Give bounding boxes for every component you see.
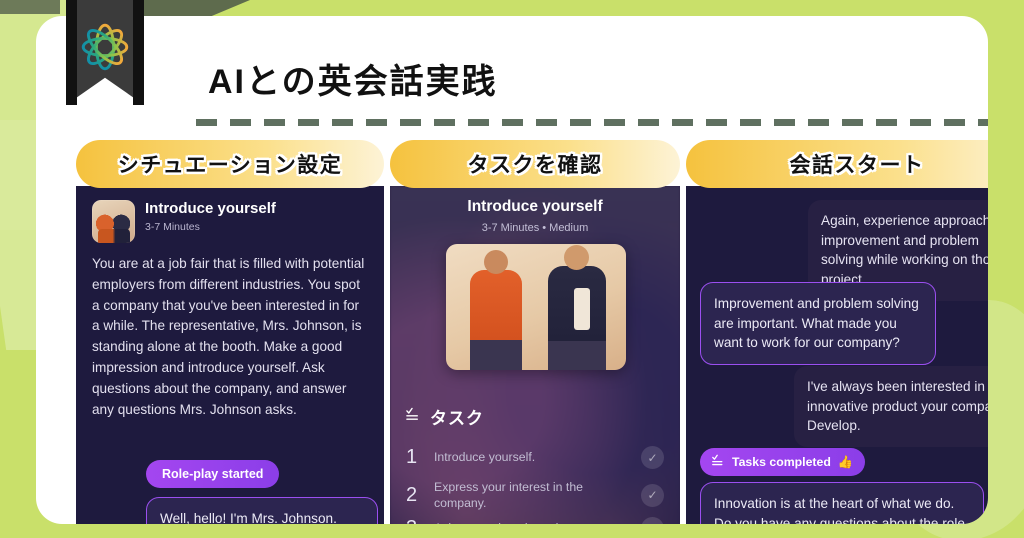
- checklist-icon: [712, 454, 725, 470]
- panels-row: Introduce yourself 3-7 Minutes You are a…: [76, 186, 988, 524]
- situation-card-title: Introduce yourself: [145, 200, 276, 217]
- tab-situation-setting[interactable]: シチュエーション設定: [76, 140, 384, 188]
- task-text: Express your interest in the company.: [434, 480, 583, 511]
- dashed-divider: [196, 119, 988, 126]
- message-bubble-ai: Improvement and problem solving are impo…: [700, 282, 936, 366]
- task-row[interactable]: 1 Introduce yourself. ✓: [406, 446, 664, 469]
- tasks-heading-label: タスク: [430, 409, 484, 428]
- task-text: Ask a question about the company.: [434, 520, 629, 524]
- tab-check-tasks[interactable]: タスクを確認: [390, 140, 680, 188]
- situation-description: You are at a job fair that is filled wit…: [92, 256, 365, 417]
- status-badge-roleplay-started: Role-play started: [146, 460, 280, 488]
- background-dark-bar: [0, 0, 60, 14]
- task-panel-title: Introduce yourself: [467, 198, 603, 215]
- star-flower-logo-icon: [72, 14, 138, 80]
- thumbs-up-icon: 👍: [837, 454, 854, 469]
- task-row[interactable]: 3 Ask a question about the company. ✓: [406, 517, 664, 524]
- task-row[interactable]: 2 Express your interest in the company. …: [406, 479, 664, 512]
- main-card: AIとの英会話実践 シチュエーション設定 タスクを確認 会話スタート Intro…: [36, 16, 988, 524]
- tasks-completed-label: Tasks completed: [732, 455, 831, 469]
- two-people-talking-thumbnail-icon: [92, 200, 135, 243]
- message-bubble-ai: Innovation is at the heart of what we do…: [700, 482, 984, 524]
- message-bubble-user: I've always been interested in the innov…: [794, 366, 988, 448]
- message-bubble-first: Well, hello! I'm Mrs. Johnson. What's yo…: [146, 497, 378, 524]
- panel-conversation: Again, experience approaches improvement…: [686, 186, 988, 524]
- tab-bar: シチュエーション設定 タスクを確認 会話スタート: [76, 140, 988, 188]
- task-number: 1: [406, 446, 418, 468]
- task-text: Introduce yourself.: [434, 450, 536, 465]
- panel-situation-setting: Introduce yourself 3-7 Minutes You are a…: [76, 186, 384, 524]
- task-number: 2: [406, 483, 418, 506]
- task-panel-meta: 3-7 Minutes • Medium: [481, 222, 589, 234]
- situation-card-header: Introduce yourself 3-7 Minutes: [92, 200, 368, 243]
- check-icon: ✓: [641, 446, 664, 469]
- situation-card-duration: 3-7 Minutes: [145, 221, 200, 233]
- check-icon: ✓: [641, 483, 664, 507]
- checklist-icon: [406, 407, 421, 427]
- two-businessmen-illustration-icon: [446, 244, 626, 370]
- tasks-heading: タスク: [406, 404, 484, 429]
- panel-task-list: Introduce yourself 3-7 Minutes • Medium: [390, 186, 680, 524]
- tab-start-conversation[interactable]: 会話スタート: [686, 140, 988, 188]
- task-number: 3: [406, 517, 422, 524]
- check-icon: ✓: [641, 517, 664, 524]
- page-title: AIとの英会話実践: [208, 63, 498, 101]
- status-badge-tasks-completed: Tasks completed 👍: [700, 448, 866, 476]
